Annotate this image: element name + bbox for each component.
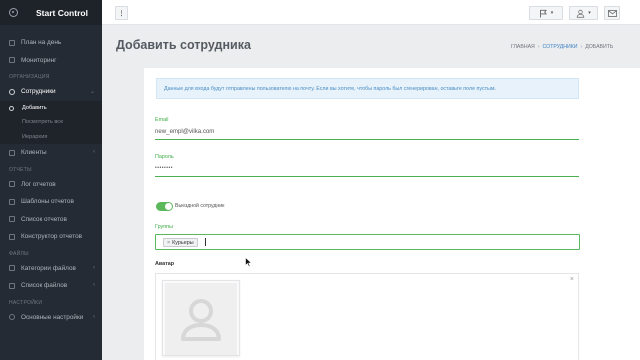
topbar: ⋮ ▾ ▾ bbox=[102, 0, 640, 25]
section-settings: НАСТРОЙКИ bbox=[9, 299, 43, 306]
sidebar-item-report-log[interactable]: Лог отчетов bbox=[0, 176, 102, 194]
sidebar-subitem-add[interactable]: Добавить bbox=[0, 101, 102, 116]
info-alert: Данные для входа будут отправлены пользо… bbox=[156, 78, 579, 99]
sidebar-item-label: Категории файлов bbox=[21, 264, 76, 272]
email-field[interactable]: new_empl@vilka.com bbox=[155, 128, 214, 135]
chevron-right-icon: › bbox=[580, 44, 583, 50]
user-placeholder-icon bbox=[181, 299, 221, 341]
close-icon[interactable]: × bbox=[570, 276, 574, 283]
sidebar-subitem-hierarchy[interactable]: Иерархия bbox=[0, 130, 102, 145]
sidebar-subitem-label: Добавить bbox=[22, 104, 47, 111]
sidebar-item-label: Сотрудники bbox=[21, 88, 56, 96]
field-employee-toggle-label: Выездной сотрудник bbox=[175, 203, 225, 209]
gear-icon bbox=[9, 314, 15, 321]
sidebar-item-report-templates[interactable]: Шаблоны отчетов bbox=[0, 193, 102, 211]
user-icon bbox=[577, 9, 585, 18]
group-tag: × Курьеры bbox=[163, 238, 198, 247]
builder-icon bbox=[9, 233, 15, 240]
logo-icon bbox=[9, 8, 18, 17]
sidebar-subitem-view-all[interactable]: Посмотреть все bbox=[0, 115, 102, 130]
password-field[interactable]: •••••••• bbox=[155, 165, 173, 171]
flag-icon bbox=[539, 9, 547, 17]
breadcrumb-current: ДОБАВИТЬ bbox=[585, 44, 614, 50]
password-field-underline bbox=[155, 176, 579, 177]
sidebar-item-clients[interactable]: Клиенты ‹ bbox=[0, 144, 102, 162]
breadcrumb-employees[interactable]: СОТРУДНИКИ bbox=[543, 44, 578, 50]
file-icon bbox=[9, 282, 15, 289]
app-root: Start Control План на день Мониторинг ОР… bbox=[0, 0, 640, 360]
user-menu-button[interactable]: ▾ bbox=[569, 6, 598, 20]
group-tag-label: Курьеры bbox=[172, 239, 194, 246]
sidebar-item-label: Конструктор отчетов bbox=[21, 233, 83, 241]
sidebar-item-label: Мониторинг bbox=[21, 56, 57, 64]
chevron-down-icon: ⌄ bbox=[89, 89, 95, 95]
sidebar-item-employees[interactable]: Сотрудники ⌄ bbox=[0, 83, 102, 101]
caret-down-icon: ▾ bbox=[588, 10, 591, 16]
groups-label: Группы bbox=[155, 224, 173, 230]
avatar-placeholder bbox=[165, 283, 237, 355]
section-files: ФАЙЛЫ bbox=[9, 250, 29, 257]
sidebar-item-file-list[interactable]: Список файлов ‹ bbox=[0, 277, 102, 295]
chevron-left-icon: ‹ bbox=[93, 282, 95, 288]
sidebar-item-report-list[interactable]: Список отчетов bbox=[0, 211, 102, 229]
menu-dots-icon: ⋮ bbox=[118, 10, 125, 17]
caret-down-icon: ▾ bbox=[550, 10, 554, 16]
sidebar-item-label: Клиенты bbox=[21, 149, 47, 157]
calendar-icon bbox=[9, 39, 15, 46]
sidebar-item-monitoring[interactable]: Мониторинг bbox=[0, 52, 102, 70]
email-field-underline bbox=[155, 139, 579, 140]
avatar-preview[interactable] bbox=[162, 280, 240, 356]
password-label: Пароль bbox=[155, 154, 174, 160]
email-label: Email bbox=[155, 117, 169, 123]
sidebar-item-label: Основные настройки bbox=[21, 313, 84, 321]
list-icon bbox=[9, 181, 15, 188]
chevron-left-icon: ‹ bbox=[93, 264, 95, 271]
field-employee-toggle[interactable] bbox=[156, 202, 173, 211]
mouse-cursor-icon bbox=[245, 257, 252, 267]
remove-tag-icon[interactable]: × bbox=[167, 240, 170, 246]
employee-form-card: Данные для входа будут отправлены пользо… bbox=[144, 68, 640, 360]
chevron-left-icon: ‹ bbox=[93, 313, 95, 320]
sidebar-item-main-settings[interactable]: Основные настройки ‹ bbox=[0, 309, 102, 327]
sidebar-nav: План на день Мониторинг ОРГАНИЗАЦИЯ Сотр… bbox=[0, 25, 102, 326]
user-icon bbox=[9, 88, 15, 95]
radio-dot-icon bbox=[9, 105, 14, 111]
language-flag-button[interactable]: ▾ bbox=[529, 6, 563, 20]
heart-icon bbox=[9, 149, 15, 156]
breadcrumb: ГЛАВНАЯ › СОТРУДНИКИ › ДОБАВИТЬ bbox=[511, 44, 613, 50]
groups-select-input[interactable]: × Курьеры bbox=[155, 234, 580, 250]
sidebar-toggle-button[interactable]: ⋮ bbox=[115, 6, 128, 20]
sidebar-item-file-categories[interactable]: Категории файлов ‹ bbox=[0, 260, 102, 278]
page-title: Добавить сотрудника bbox=[116, 38, 251, 52]
text-caret bbox=[205, 238, 206, 246]
folder-icon bbox=[9, 265, 15, 272]
avatar-upload-area[interactable]: × bbox=[155, 273, 579, 360]
sidebar-item-label: Шаблоны отчетов bbox=[21, 198, 74, 206]
section-organization: ОРГАНИЗАЦИЯ bbox=[9, 74, 50, 80]
monitor-icon bbox=[9, 57, 15, 64]
template-icon bbox=[9, 198, 15, 205]
sidebar-item-label: Список отчетов bbox=[21, 215, 67, 223]
messages-button[interactable] bbox=[604, 6, 620, 20]
breadcrumb-home[interactable]: ГЛАВНАЯ bbox=[511, 44, 535, 50]
sidebar-item-report-builder[interactable]: Конструктор отчетов bbox=[0, 228, 102, 246]
sidebar-item-label: Список файлов bbox=[21, 282, 68, 290]
document-icon bbox=[9, 216, 15, 223]
sidebar-item-label: План на день bbox=[21, 39, 62, 47]
sidebar-subitem-label: Иерархия bbox=[22, 133, 48, 140]
sidebar-item-day-plan[interactable]: План на день bbox=[0, 34, 102, 52]
section-reports: ОТЧЕТЫ bbox=[9, 166, 32, 173]
chevron-right-icon: › bbox=[537, 44, 540, 50]
brand[interactable]: Start Control bbox=[0, 0, 102, 25]
sidebar-subitem-label: Посмотреть все bbox=[22, 119, 64, 126]
chevron-left-icon: ‹ bbox=[93, 149, 95, 155]
avatar-label: Аватар bbox=[155, 261, 175, 267]
app-title: Start Control bbox=[36, 7, 88, 18]
envelope-icon bbox=[607, 9, 617, 17]
employees-submenu: Добавить Посмотреть все Иерархия bbox=[0, 100, 102, 145]
sidebar-item-label: Лог отчетов bbox=[21, 180, 56, 188]
sidebar: Start Control План на день Мониторинг ОР… bbox=[0, 0, 102, 360]
